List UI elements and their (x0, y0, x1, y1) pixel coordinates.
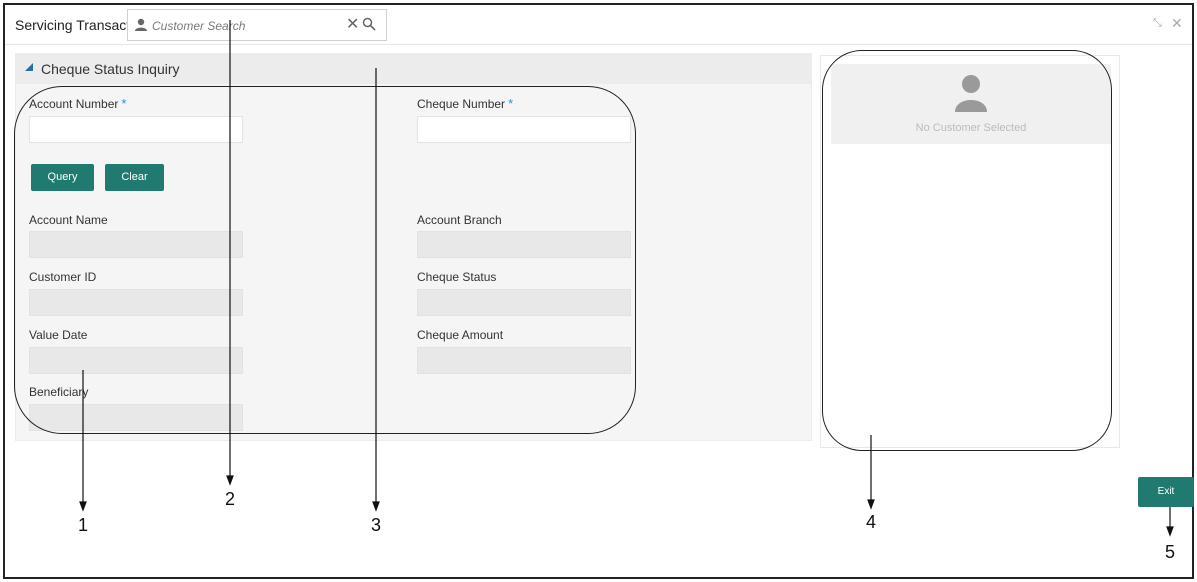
customer-card: No Customer Selected (831, 64, 1111, 144)
cheque-status-field (417, 289, 631, 316)
account-branch-field (417, 231, 631, 258)
app-window: Servicing Transacti ✕ ⤡ ✕ Cheque Status … (3, 3, 1194, 579)
header: Servicing Transacti ✕ ⤡ ✕ (5, 5, 1192, 45)
panel-header[interactable]: Cheque Status Inquiry (16, 54, 811, 84)
clear-button[interactable]: Clear (105, 164, 164, 191)
cheque-number-label: Cheque Number * (417, 96, 514, 111)
search-icon[interactable] (362, 17, 376, 31)
callout-number: 3 (371, 515, 382, 535)
no-customer-text: No Customer Selected (915, 122, 1027, 134)
callout-number: 2 (225, 489, 236, 509)
user-icon (135, 18, 147, 31)
callout-number: 5 (1165, 542, 1176, 562)
account-branch-label: Account Branch (417, 213, 502, 227)
avatar-icon (955, 75, 987, 112)
value-date-field (29, 347, 243, 374)
cheque-status-label: Cheque Status (417, 270, 497, 284)
collapse-icon[interactable] (25, 63, 33, 71)
restore-icon[interactable]: ⤡ (1153, 17, 1162, 30)
clear-icon[interactable]: ✕ (346, 14, 359, 34)
cheque-number-field[interactable] (417, 116, 631, 143)
cheque-status-inquiry-panel: Cheque Status Inquiry Account Number * Ch… (15, 53, 812, 441)
callout-number: 4 (866, 512, 877, 532)
customer-search-input[interactable] (152, 17, 342, 35)
page-title: Servicing Transacti (15, 17, 134, 33)
cheque-amount-field (417, 347, 631, 374)
required-marker: * (121, 96, 127, 111)
panel-title: Cheque Status Inquiry (41, 61, 180, 77)
account-number-label: Account Number * (29, 96, 127, 111)
customer-card-area: No Customer Selected (820, 55, 1120, 448)
callout-number: 1 (78, 515, 89, 535)
customer-id-label: Customer ID (29, 270, 97, 284)
customer-search-box[interactable]: ✕ (127, 9, 387, 41)
beneficiary-field (29, 404, 243, 431)
account-name-label: Account Name (29, 213, 108, 227)
value-date-label: Value Date (29, 328, 88, 342)
required-marker: * (508, 96, 514, 111)
account-name-field (29, 231, 243, 258)
exit-button[interactable]: Exit (1138, 477, 1194, 507)
close-icon[interactable]: ✕ (1171, 15, 1183, 32)
query-button[interactable]: Query (31, 164, 94, 191)
customer-id-field (29, 289, 243, 316)
beneficiary-label: Beneficiary (29, 385, 89, 399)
cheque-amount-label: Cheque Amount (417, 328, 504, 342)
account-number-field[interactable] (29, 116, 243, 143)
